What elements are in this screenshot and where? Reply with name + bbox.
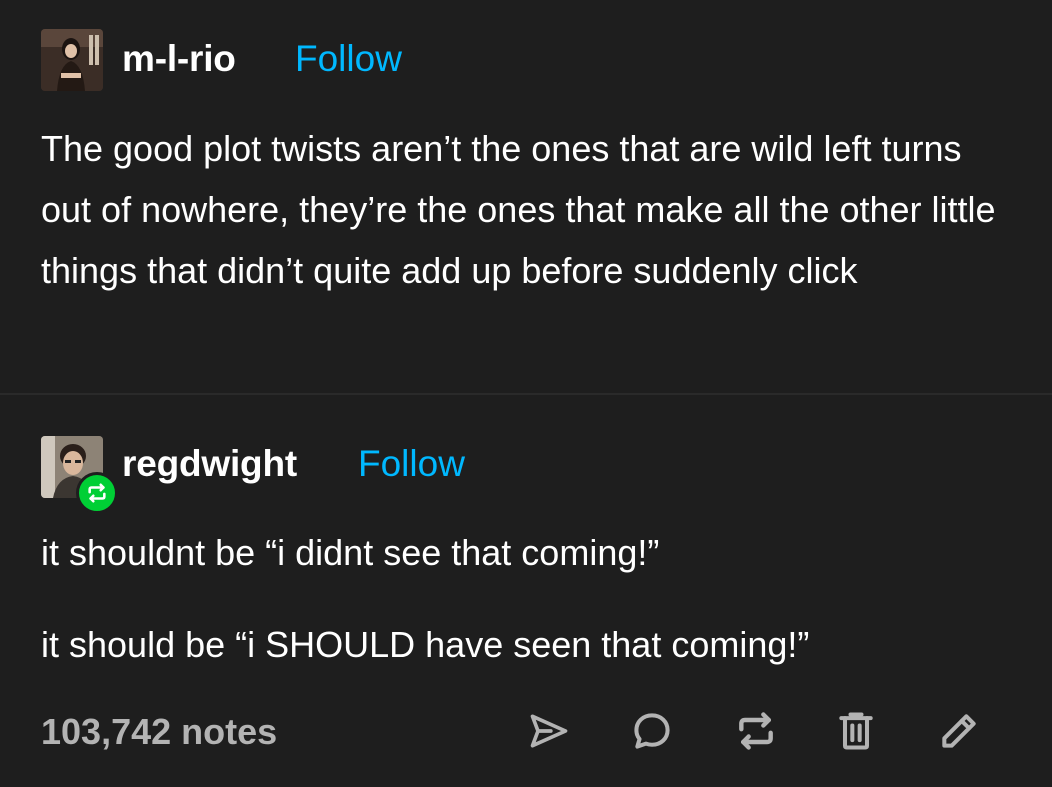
follow-button[interactable]: Follow <box>358 443 465 485</box>
post-body-line: it shouldnt be “i didnt see that coming!… <box>41 532 660 573</box>
avatar[interactable] <box>41 29 103 91</box>
follow-button[interactable]: Follow <box>295 38 402 80</box>
username[interactable]: m-l-rio <box>122 38 236 80</box>
delete-icon[interactable] <box>832 707 880 755</box>
edit-icon[interactable] <box>935 707 983 755</box>
notes-count[interactable]: 103,742 notes <box>41 711 277 753</box>
send-icon[interactable] <box>525 707 573 755</box>
reply-icon[interactable] <box>628 707 676 755</box>
original-post: m-l-rio Follow The good plot twists aren… <box>0 0 1052 393</box>
reblog-post: regdwight Follow it shouldnt be “i didnt… <box>0 395 1052 787</box>
reblog-badge-icon <box>76 472 118 514</box>
post-body-line: it should be “i SHOULD have seen that co… <box>41 624 810 665</box>
reblog-icon[interactable] <box>732 707 780 755</box>
post-body: The good plot twists aren’t the ones tha… <box>41 128 996 291</box>
username[interactable]: regdwight <box>122 443 297 485</box>
